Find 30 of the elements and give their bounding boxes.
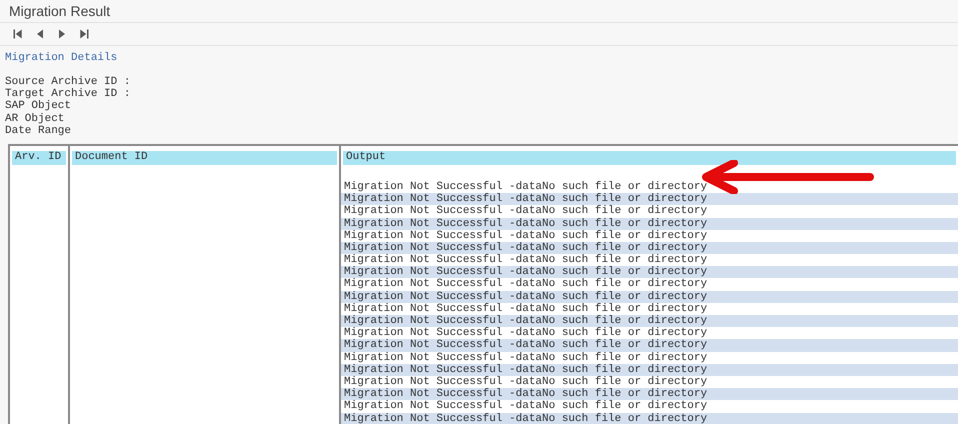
column-header: Arv. ID bbox=[12, 150, 66, 165]
field-label: Source Archive ID : bbox=[5, 76, 132, 88]
table-cell-text: Migration Not Successful -dataNo such file or directory bbox=[343, 254, 708, 266]
window-title: Migration Result bbox=[9, 3, 110, 19]
table-cell-text: Migration Not Successful -dataNo such file or directory bbox=[343, 230, 708, 242]
table-cell: Migration Not Successful -dataNo such file or directory bbox=[341, 218, 958, 230]
table-cell: Migration Not Successful -dataNo such file or directory bbox=[341, 364, 958, 376]
table-cell: Migration Not Successful -dataNo such file or directory bbox=[341, 388, 958, 400]
field-label: SAP Object bbox=[5, 100, 72, 113]
table-cell-text: Migration Not Successful -dataNo such file or directory bbox=[343, 376, 708, 388]
table-cell: Migration Not Successful -dataNo such file or directory bbox=[341, 412, 958, 424]
table-cell: Migration Not Successful -dataNo such file or directory bbox=[341, 266, 958, 278]
table-cell: Migration Not Successful -dataNo such file or directory bbox=[341, 290, 958, 303]
column-header: Document ID bbox=[72, 150, 337, 165]
table-cell: Migration Not Successful -dataNo such file or directory bbox=[341, 339, 958, 352]
table-cell-text: Migration Not Successful -dataNo such file or directory bbox=[343, 205, 708, 218]
field-label: Target Archive ID : bbox=[5, 88, 132, 100]
section-heading: Migration Details bbox=[5, 52, 118, 64]
table-cell-text: Migration Not Successful -dataNo such file or directory bbox=[343, 278, 708, 291]
field-label: AR Object bbox=[5, 112, 66, 125]
table-cell-text: Migration Not Successful -dataNo such file or directory bbox=[343, 352, 708, 364]
table-cell-text: Migration Not Successful -dataNo such file or directory bbox=[343, 327, 708, 340]
table-cell-text: Migration Not Successful -dataNo such file or directory bbox=[343, 302, 708, 315]
table-cell-text: Migration Not Successful -dataNo such file or directory bbox=[343, 180, 708, 193]
table-cell: Migration Not Successful -dataNo such file or directory bbox=[341, 193, 958, 206]
table-cell: Migration Not Successful -dataNo such file or directory bbox=[341, 315, 958, 328]
table-cell-text: Migration Not Successful -dataNo such file or directory bbox=[343, 400, 708, 412]
field-label: Date Range bbox=[5, 124, 72, 137]
column-header: Output bbox=[343, 150, 956, 165]
table-cell: Migration Not Successful -dataNo such file or directory bbox=[341, 242, 958, 254]
